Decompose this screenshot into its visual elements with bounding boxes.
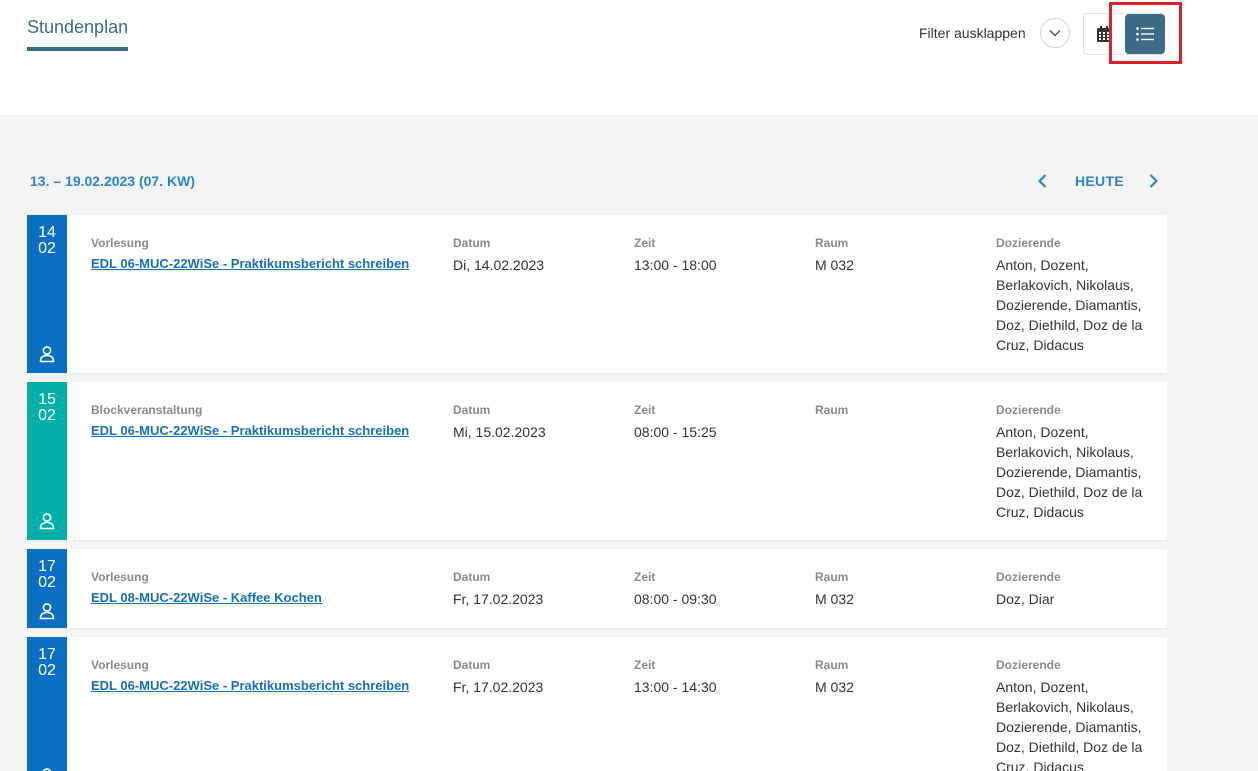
event-time: 08:00 - 15:25	[634, 424, 717, 440]
date-label: Datum	[453, 570, 491, 584]
event-title-link[interactable]: EDL 06-MUC-22WiSe - Praktikumsbericht sc…	[91, 256, 409, 271]
time-label: Zeit	[634, 658, 656, 672]
event-month: 02	[38, 240, 56, 257]
event-date-strip: 17 02	[27, 549, 67, 628]
event-lecturers: Anton, Dozent, Berlakovich, Nikolaus, Do…	[996, 424, 1143, 520]
event-day: 14	[38, 224, 56, 241]
user-icon	[39, 346, 55, 363]
lecturers-label: Dozierende	[996, 403, 1061, 417]
event-type: Vorlesung	[91, 570, 149, 584]
event-room: M 032	[815, 591, 854, 607]
event-room: M 032	[815, 257, 854, 273]
room-label: Raum	[815, 236, 849, 250]
event-card: 14 02 Vorlesung EDL 06-MUC-22WiSe - Prakt…	[27, 215, 1167, 373]
event-type: Vorlesung	[91, 658, 149, 672]
event-date: Fr, 17.02.2023	[453, 591, 544, 607]
lecturers-label: Dozierende	[996, 658, 1061, 672]
event-title-link[interactable]: EDL 06-MUC-22WiSe - Praktikumsbericht sc…	[91, 678, 409, 693]
chevron-down-icon[interactable]	[1039, 18, 1070, 48]
chevron-left-icon	[1037, 174, 1046, 188]
user-icon	[39, 513, 55, 530]
top-bar: Stundenplan Filter ausklappen	[0, 0, 1258, 115]
lecturers-label: Dozierende	[996, 570, 1061, 584]
filter-toggle-button[interactable]: Filter ausklappen	[919, 18, 1070, 48]
event-date: Mi, 15.02.2023	[453, 424, 546, 440]
event-room: M 032	[815, 679, 854, 695]
event-type: Blockveranstaltung	[91, 403, 203, 417]
time-label: Zeit	[634, 403, 656, 417]
event-title-link[interactable]: EDL 08-MUC-22WiSe - Kaffee Kochen	[91, 590, 322, 605]
date-label: Datum	[453, 658, 491, 672]
lecturers-label: Dozierende	[996, 236, 1061, 250]
event-lecturers: Doz, Diar	[996, 591, 1055, 607]
event-date-strip: 17 02	[27, 637, 67, 771]
event-card: 17 02 Vorlesung EDL 08-MUC-22WiSe - Kaffe…	[27, 549, 1167, 628]
event-card: 15 02 Blockveranstaltung EDL 06-MUC-22WiS…	[27, 382, 1167, 540]
event-date: Di, 14.02.2023	[453, 257, 545, 273]
user-icon	[42, 768, 52, 771]
event-lecturers: Anton, Dozent, Berlakovich, Nikolaus, Do…	[996, 257, 1143, 353]
time-label: Zeit	[634, 570, 656, 584]
event-date-strip: 14 02	[27, 215, 67, 373]
event-card: 17 02 Vorlesung EDL 06-MUC-22WiSe - Prakt…	[27, 637, 1167, 771]
next-week-button[interactable]	[1143, 170, 1163, 192]
room-label: Raum	[815, 403, 849, 417]
user-icon	[39, 603, 55, 620]
event-day: 15	[38, 391, 56, 408]
room-label: Raum	[815, 658, 849, 672]
week-range-label: 13. – 19.02.2023 (07. KW)	[30, 173, 195, 189]
event-card-body: Blockveranstaltung EDL 06-MUC-22WiSe - Pr…	[67, 382, 1167, 540]
event-lecturers: Anton, Dozent, Berlakovich, Nikolaus, Do…	[996, 679, 1143, 771]
time-label: Zeit	[634, 236, 656, 250]
event-time: 13:00 - 18:00	[634, 257, 717, 273]
date-label: Datum	[453, 236, 491, 250]
event-time: 08:00 - 09:30	[634, 591, 717, 607]
event-card-body: Vorlesung EDL 08-MUC-22WiSe - Kaffee Koch…	[67, 549, 1167, 629]
today-button[interactable]: HEUTE	[1075, 173, 1124, 189]
schedule-content: 13. – 19.02.2023 (07. KW) HEUTE 14 02 Vo…	[0, 115, 1258, 771]
date-label: Datum	[453, 403, 491, 417]
event-day: 17	[38, 558, 56, 575]
highlight-box	[1109, 2, 1182, 64]
room-label: Raum	[815, 570, 849, 584]
page-title: Stundenplan	[27, 17, 129, 51]
event-day: 17	[38, 646, 56, 663]
filter-toggle-label: Filter ausklappen	[919, 25, 1026, 41]
event-card-body: Vorlesung EDL 06-MUC-22WiSe - Praktikumsb…	[67, 215, 1167, 373]
event-card-body: Vorlesung EDL 06-MUC-22WiSe - Praktikumsb…	[67, 637, 1167, 771]
event-month: 02	[38, 574, 56, 591]
event-month: 02	[38, 407, 56, 424]
event-date-strip: 15 02	[27, 382, 67, 540]
event-title-link[interactable]: EDL 06-MUC-22WiSe - Praktikumsbericht sc…	[91, 423, 409, 438]
event-time: 13:00 - 14:30	[634, 679, 717, 695]
event-month: 02	[38, 662, 56, 679]
event-date: Fr, 17.02.2023	[453, 679, 544, 695]
event-list: 14 02 Vorlesung EDL 06-MUC-22WiSe - Prakt…	[27, 215, 1167, 771]
previous-week-button[interactable]	[1032, 170, 1052, 192]
event-type: Vorlesung	[91, 236, 149, 250]
chevron-right-icon	[1149, 174, 1158, 188]
